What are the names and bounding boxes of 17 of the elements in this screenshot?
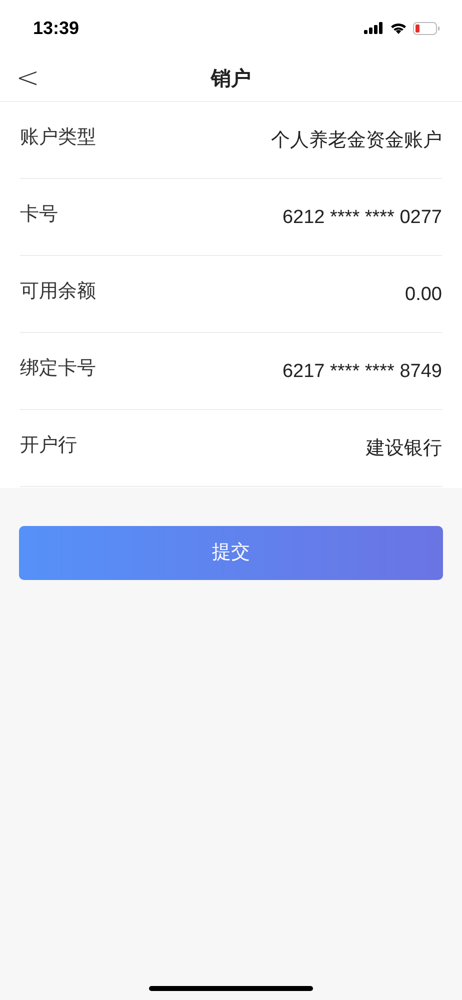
field-value: 0.00: [405, 283, 442, 307]
battery-icon: [413, 22, 440, 34]
submit-button[interactable]: 提交: [19, 526, 443, 580]
status-time: 13:39: [33, 16, 80, 40]
field-label: 开户行: [20, 434, 77, 458]
field-label: 卡号: [20, 203, 58, 227]
back-button[interactable]: <: [16, 64, 40, 92]
field-value: 6212 **** **** 0277: [282, 206, 442, 230]
wifi-icon: [390, 22, 407, 34]
field-label: 绑定卡号: [20, 357, 96, 381]
field-value: 6217 **** **** 8749: [282, 360, 442, 384]
field-label: 可用余额: [20, 280, 96, 304]
page-title: 销户: [211, 66, 251, 92]
signal-icon: [364, 22, 384, 34]
field-label: 账户类型: [20, 126, 96, 150]
field-value: 建设银行: [366, 437, 442, 461]
field-value: 个人养老金资金账户: [271, 129, 442, 153]
